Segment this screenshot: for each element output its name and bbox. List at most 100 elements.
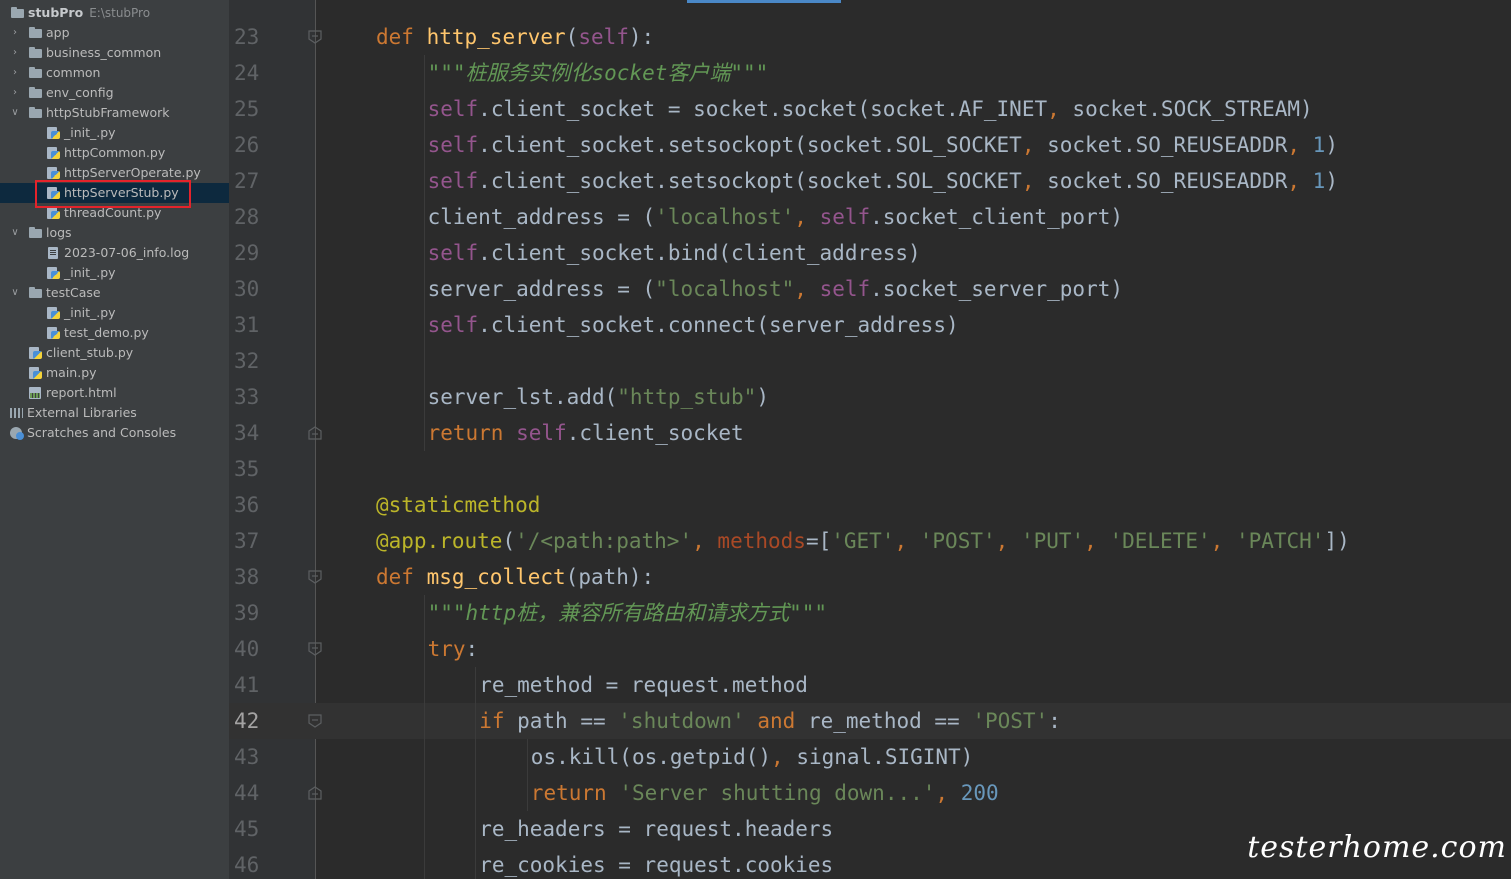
fold-close-icon[interactable]: [308, 786, 322, 800]
tree-item[interactable]: Scratches and Consoles: [0, 423, 229, 443]
chevron-right-icon[interactable]: ›: [10, 63, 20, 83]
line-number: 24: [234, 61, 260, 85]
fold-open-icon[interactable]: [308, 714, 322, 728]
line-number: 46: [234, 853, 260, 877]
token-number: 200: [960, 781, 999, 805]
code-text: re_headers = request.headers: [479, 811, 833, 847]
code-text: self.client_socket.setsockopt(socket.SOL…: [428, 127, 1338, 163]
code-text: """桩服务实例化socket客户端""": [428, 55, 769, 91]
fold-open-icon[interactable]: [308, 570, 322, 584]
tree-item[interactable]: 2023-07-06_info.log: [0, 243, 229, 263]
code-line[interactable]: 38 def msg_collect(path):: [229, 559, 1511, 595]
project-sidebar: stubPro E:\stubPro › app › business_common › c…: [0, 0, 229, 879]
token-keyword: ,: [1047, 97, 1060, 121]
tree-item-label: business_common: [46, 45, 162, 60]
tree-item[interactable]: ∨ testCase: [0, 283, 229, 303]
token-keyword: ,: [1287, 169, 1301, 193]
token-string: 'PUT': [1020, 529, 1085, 553]
folder-icon: [29, 227, 43, 239]
code-line[interactable]: 33 server_lst.add("http_stub"): [229, 379, 1511, 415]
code-line[interactable]: 26 self.client_socket.setsockopt(socket.S…: [229, 127, 1511, 163]
tree-item[interactable]: External Libraries: [0, 403, 229, 423]
code-line[interactable]: 41 re_method = request.method: [229, 667, 1511, 703]
token-keyword: def: [376, 25, 414, 49]
token-text: =[: [805, 529, 832, 553]
folder-icon: [29, 87, 43, 99]
code-line[interactable]: 28 client_address = ('localhost', self.so…: [229, 199, 1511, 235]
code-line[interactable]: 36 @staticmethod: [229, 487, 1511, 523]
token-string: 'localhost': [655, 205, 795, 229]
code-text: @app.route('/<path:path>', methods=['GET…: [376, 523, 1350, 559]
token-self: self: [578, 25, 629, 49]
code-line[interactable]: 31 self.client_socket.connect(server_addr…: [229, 307, 1511, 343]
chevron-down-icon[interactable]: ∨: [10, 283, 20, 303]
code-line[interactable]: 32: [229, 343, 1511, 379]
chevron-down-icon[interactable]: ∨: [10, 103, 20, 123]
fold-open-icon[interactable]: [308, 30, 322, 44]
code-line[interactable]: 24 """桩服务实例化socket客户端""": [229, 55, 1511, 91]
code-line[interactable]: 44 return 'Server shutting down...', 200: [229, 775, 1511, 811]
tree-item[interactable]: httpCommon.py: [0, 143, 229, 163]
code-editor[interactable]: 23 def http_server(self): 24 """桩服务实例化socke…: [229, 0, 1511, 879]
scratch-icon: [10, 427, 24, 440]
folder-icon: [29, 107, 43, 119]
project-root[interactable]: stubPro E:\stubPro: [0, 3, 229, 23]
tree-item[interactable]: › business_common: [0, 43, 229, 63]
token-text: os.kill(os.getpid(): [530, 745, 772, 769]
code-line[interactable]: 27 self.client_socket.setsockopt(socket.S…: [229, 163, 1511, 199]
chevron-right-icon[interactable]: ›: [10, 83, 20, 103]
tree-item[interactable]: › env_config: [0, 83, 229, 103]
token-keyword: return: [530, 781, 607, 805]
token-text: .client_socket.connect(server_address): [478, 313, 959, 337]
tree-item-label: logs: [46, 225, 72, 240]
tree-item[interactable]: client_stub.py: [0, 343, 229, 363]
code-line[interactable]: 35: [229, 451, 1511, 487]
line-number: 42: [234, 709, 260, 733]
tree-item[interactable]: _init_.py: [0, 303, 229, 323]
token-text: .socket_client_port): [870, 205, 1124, 229]
tree-item[interactable]: ∨ logs: [0, 223, 229, 243]
code-line[interactable]: 39 """http桩，兼容所有路由和请求方式""": [229, 595, 1511, 631]
code-text: client_address = ('localhost', self.sock…: [428, 199, 1123, 235]
token-text: re_headers = request.headers: [479, 817, 834, 841]
chevron-right-icon[interactable]: ›: [10, 23, 20, 43]
folder-icon: [29, 67, 43, 79]
line-number: 32: [234, 349, 260, 373]
token-function: http_server: [426, 25, 566, 49]
code-line[interactable]: 23 def http_server(self):: [229, 19, 1511, 55]
tree-item[interactable]: _init_.py: [0, 263, 229, 283]
code-line[interactable]: 30 server_address = ("localhost", self.so…: [229, 271, 1511, 307]
tree-item[interactable]: main.py: [0, 363, 229, 383]
code-line[interactable]: 29 self.client_socket.bind(client_address…: [229, 235, 1511, 271]
token-keyword: ,: [1084, 529, 1097, 553]
code-line[interactable]: 37 @app.route('/<path:path>', methods=['G…: [229, 523, 1511, 559]
token-self: self: [819, 205, 871, 229]
token-keyword: ,: [894, 529, 908, 553]
tree-item[interactable]: report.html: [0, 383, 229, 403]
fold-close-icon[interactable]: [308, 426, 322, 440]
tree-item[interactable]: › app: [0, 23, 229, 43]
tree-item[interactable]: _init_.py: [0, 123, 229, 143]
tree-item[interactable]: ∨ httpStubFramework: [0, 103, 229, 123]
code-line[interactable]: 43 os.kill(os.getpid(), signal.SIGINT): [229, 739, 1511, 775]
code-line[interactable]: 42 if path == 'shutdown' and re_method ==…: [229, 703, 1511, 739]
code-line[interactable]: 34 return self.client_socket: [229, 415, 1511, 451]
token-text: server_address = (: [427, 277, 656, 301]
fold-open-icon[interactable]: [308, 642, 322, 656]
token-self: self: [427, 313, 479, 337]
token-text: .client_socket = socket.socket(socket.AF…: [478, 97, 1048, 121]
token-string: 'GET': [831, 529, 895, 553]
chevron-right-icon[interactable]: ›: [10, 43, 20, 63]
code-line[interactable]: 40 try:: [229, 631, 1511, 667]
chevron-down-icon[interactable]: ∨: [10, 223, 20, 243]
tree-item[interactable]: › common: [0, 63, 229, 83]
token-text: ): [1325, 133, 1338, 157]
tree-item-label: common: [46, 65, 101, 80]
code-line[interactable]: 25 self.client_socket = socket.socket(soc…: [229, 91, 1511, 127]
tree-item-label: main.py: [46, 365, 97, 380]
code-text: return self.client_socket: [428, 415, 744, 451]
log-file-icon: [47, 247, 61, 259]
tree-item[interactable]: test_demo.py: [0, 323, 229, 343]
